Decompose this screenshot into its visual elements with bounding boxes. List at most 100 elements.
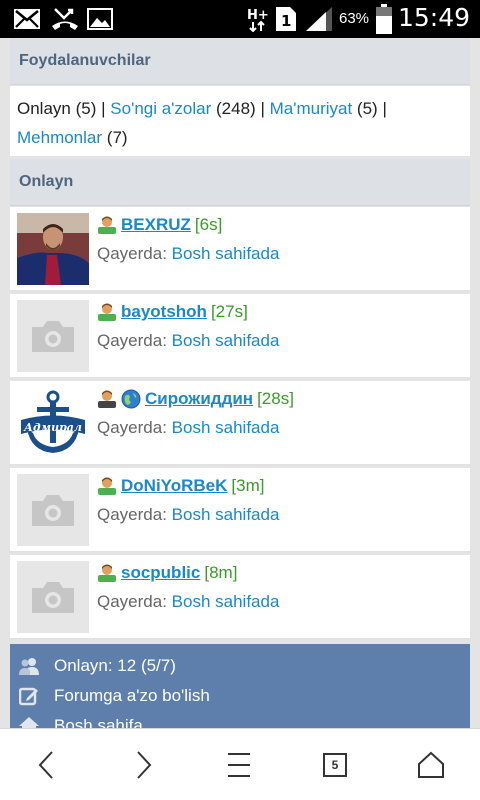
list-item[interactable]: Адмирал Сирожиддин [28s] Qayerda: Bosh s… [10,381,470,465]
user-location: Qayerda: Bosh sahifada [97,418,279,438]
avatar[interactable] [17,213,89,285]
forward-button[interactable] [122,743,166,787]
last-seen: [8m] [204,563,238,582]
guests-count: (7) [106,128,128,147]
online-label: Onlayn [17,99,71,118]
recent-members-count: (248) [216,99,256,118]
svg-text:1: 1 [281,12,291,30]
location-link[interactable]: Bosh sahifada [172,418,280,437]
clock: 15:49 [397,3,470,32]
separator: | [382,99,387,118]
status-bar: H+ 1 63% 15:49 [0,0,480,38]
user-location: Qayerda: Bosh sahifada [97,244,279,264]
users-section-title: Foydalanuvchilar [19,52,151,69]
back-button[interactable] [24,743,68,787]
battery-percent: 63% [339,10,370,27]
page-content: Foydalanuvchilar Onlayn (5) | So'ngi a'z… [10,38,470,728]
chevron-right-icon [137,751,152,779]
tabs-icon: 5 [323,753,347,777]
sim-1-icon: 1 [276,7,296,31]
where-label: Qayerda: [97,244,167,263]
username-link[interactable]: bayotshoh [121,302,207,322]
mail-icon [14,9,40,29]
image-icon [87,8,113,30]
administration-link[interactable]: Ma'muriyat [270,99,353,118]
svg-text:Адмирал: Адмирал [23,421,82,434]
menu-button[interactable] [217,743,261,787]
user-icon [98,216,116,234]
avatar-placeholder[interactable] [17,561,89,633]
user-icon [98,564,116,582]
camera-icon [17,474,89,546]
recent-members-link[interactable]: So'ngi a'zolar [110,99,211,118]
username-link[interactable]: BEXRUZ [121,215,191,235]
where-label: Qayerda: [97,592,167,611]
users-section-header: Foydalanuvchilar [10,38,470,85]
avatar-placeholder[interactable] [17,474,89,546]
tabs-button[interactable]: 5 [313,743,357,787]
home-label: Bosh sahifa [54,716,143,728]
signal-icon [306,7,332,31]
username-link[interactable]: socpublic [121,563,200,583]
separator: | [260,99,265,118]
avatar[interactable]: Адмирал [17,387,89,459]
globe-icon [121,389,141,409]
guests-link[interactable]: Mehmonlar [17,128,102,147]
battery-icon [376,4,392,34]
user-line: socpublic [8m] [97,562,237,584]
join-forum-item[interactable]: Forumga a'zo bo'lish [18,684,210,708]
menu-icon [228,753,250,777]
join-forum-label: Forumga a'zo bo'lish [54,686,210,705]
separator: | [101,99,106,118]
home-button[interactable] [409,743,453,787]
admin-user-icon [98,390,116,408]
home-outline-icon [418,751,444,778]
edit-icon [19,687,38,706]
user-icon [98,477,116,495]
user-icon [98,303,116,321]
chevron-left-icon [38,751,53,779]
user-location: Qayerda: Bosh sahifada [97,592,279,612]
user-line: Сирожиддин [28s] [97,388,294,410]
last-seen: [6s] [194,215,223,234]
browser-bottom-nav: 5 [0,728,480,800]
where-label: Qayerda: [97,418,167,437]
camera-icon [17,300,89,372]
network-hplus-icon: H+ [247,8,269,32]
svg-text:H+: H+ [247,8,269,23]
camera-icon [17,561,89,633]
user-line: DoNiYoRBeK [3m] [97,475,264,497]
users-stats: Onlayn (5) | So'ngi a'zolar (248) | Ma'm… [10,86,470,156]
user-line: bayotshoh [27s] [97,301,248,323]
where-label: Qayerda: [97,331,167,350]
last-seen: [3m] [231,476,265,495]
list-item[interactable]: DoNiYoRBeK [3m] Qayerda: Bosh sahifada [10,468,470,552]
home-item[interactable]: Bosh sahifa [18,714,143,728]
user-location: Qayerda: Bosh sahifada [97,331,279,351]
location-link[interactable]: Bosh sahifada [172,244,280,263]
online-stats-label: Onlayn: 12 (5/7) [54,656,176,675]
online-section-header: Onlayn [10,159,470,206]
username-link[interactable]: Сирожиддин [145,389,253,409]
list-item[interactable]: BEXRUZ [6s] Qayerda: Bosh sahifada [10,207,470,291]
location-link[interactable]: Bosh sahifada [172,592,280,611]
online-section-title: Onlayn [19,173,74,190]
username-link[interactable]: DoNiYoRBeK [121,476,227,496]
user-location: Qayerda: Bosh sahifada [97,505,279,525]
footer-menu: Onlayn: 12 (5/7) Forumga a'zo bo'lish Bo… [10,644,470,728]
online-count: (5) [75,99,97,118]
user-line: BEXRUZ [6s] [97,214,222,236]
anchor-logo-icon: Адмирал [17,387,89,459]
missed-call-icon [52,8,78,30]
location-link[interactable]: Bosh sahifada [172,331,280,350]
online-stats-item[interactable]: Onlayn: 12 (5/7) [18,654,176,678]
list-item[interactable]: socpublic [8m] Qayerda: Bosh sahifada [10,555,470,639]
tabs-count: 5 [331,758,339,772]
users-icon [19,658,39,675]
list-item[interactable]: bayotshoh [27s] Qayerda: Bosh sahifada [10,294,470,378]
avatar-placeholder[interactable] [17,300,89,372]
where-label: Qayerda: [97,505,167,524]
location-link[interactable]: Bosh sahifada [172,505,280,524]
last-seen: [28s] [257,389,294,408]
last-seen: [27s] [210,302,248,321]
